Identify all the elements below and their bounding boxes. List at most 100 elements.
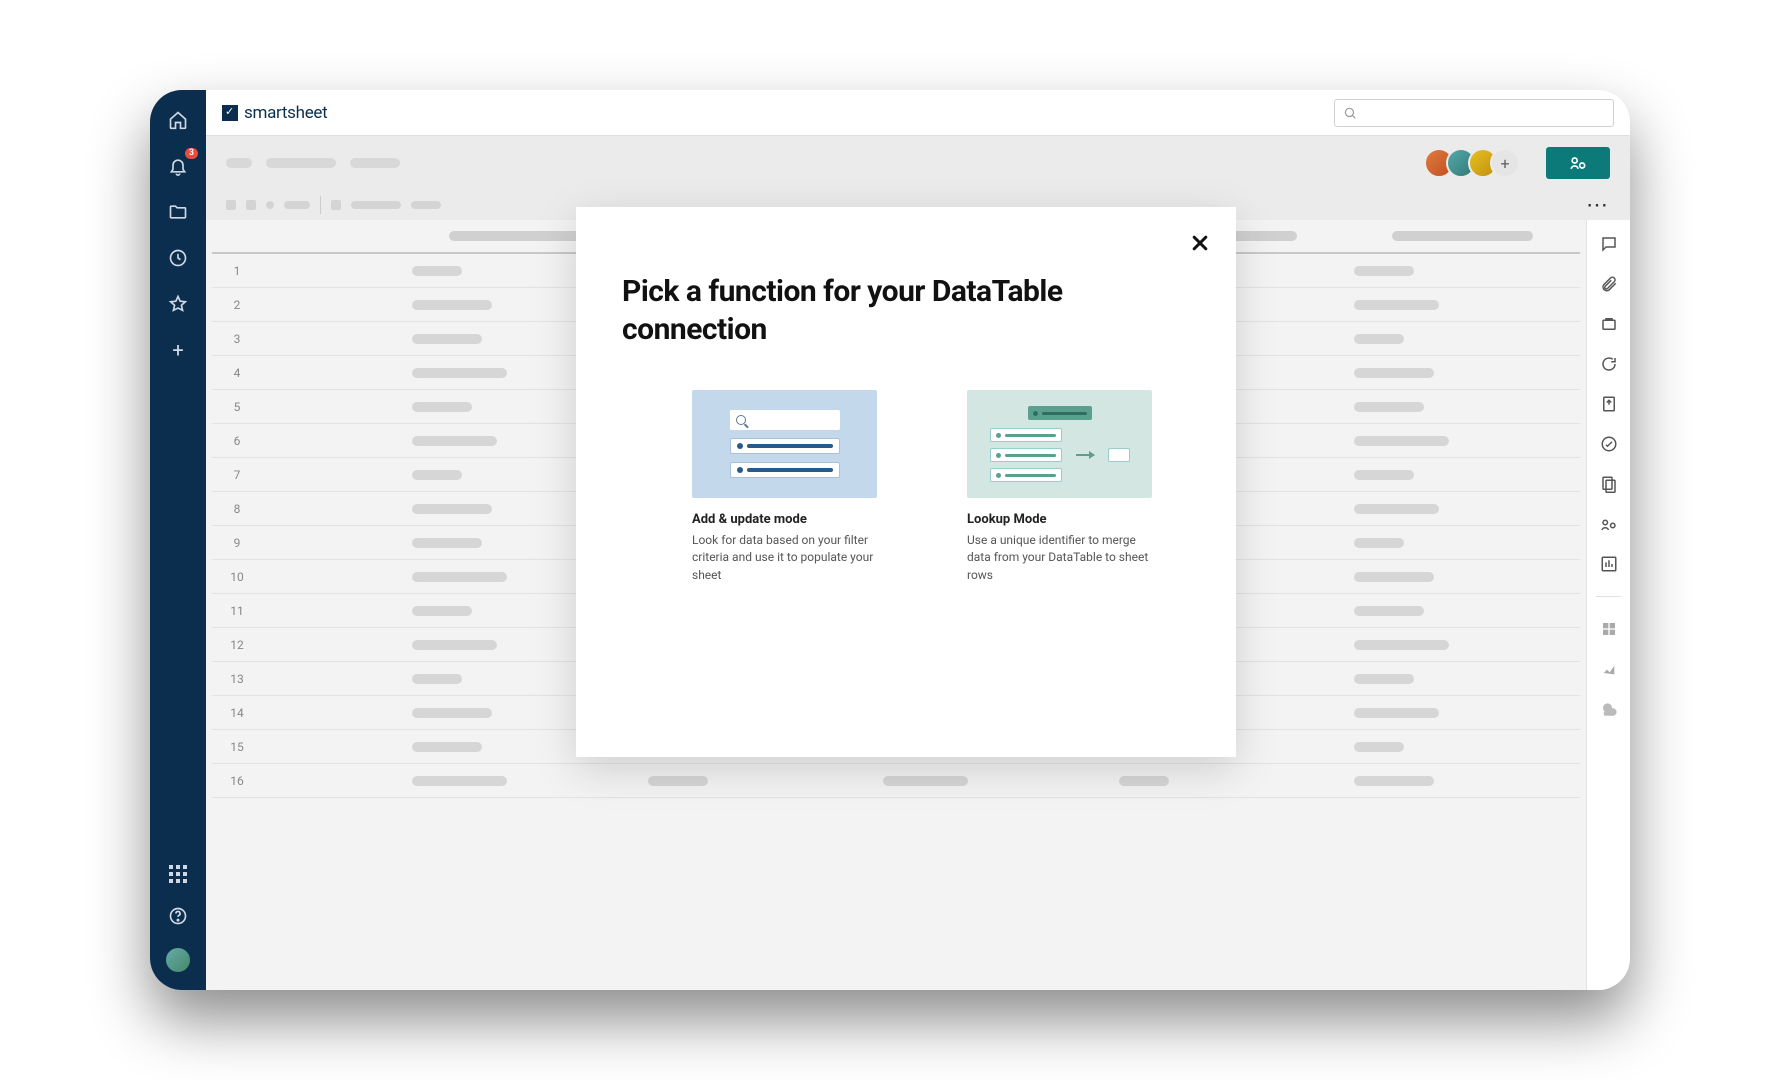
function-options: Add & update mode Look for data based on… (622, 390, 1190, 584)
attachments-icon[interactable] (1597, 272, 1621, 296)
cell-placeholder (412, 572, 507, 582)
row-number: 10 (212, 570, 262, 584)
top-bar: smartsheet (206, 90, 1630, 136)
add-collaborator-button[interactable]: + (1490, 148, 1520, 178)
cell-placeholder (412, 368, 507, 378)
option-illustration (692, 390, 877, 498)
work-insights-icon[interactable] (1597, 552, 1621, 576)
option-add-update[interactable]: Add & update mode Look for data based on… (692, 390, 877, 584)
cell-placeholder (412, 334, 482, 344)
apps-icon[interactable] (166, 862, 190, 886)
modal-title: Pick a function for your DataTable conne… (622, 273, 1190, 348)
publish-icon[interactable] (1597, 392, 1621, 416)
cell-placeholder (1354, 742, 1404, 752)
row-number: 7 (212, 468, 262, 482)
share-icon (1568, 153, 1588, 173)
activity-log-icon[interactable] (1597, 432, 1621, 456)
toolbar-item[interactable] (266, 201, 274, 209)
row-number: 5 (212, 400, 262, 414)
help-icon[interactable] (166, 904, 190, 928)
close-button[interactable] (1190, 233, 1210, 253)
update-requests-icon[interactable] (1597, 352, 1621, 376)
cell-placeholder (1354, 504, 1439, 514)
toolbar-item[interactable] (246, 200, 256, 210)
app-window: 3 + smartsheet (150, 90, 1630, 990)
user-avatar[interactable] (164, 946, 192, 974)
cell-placeholder (412, 640, 497, 650)
cell-placeholder (412, 538, 482, 548)
toolbar-item[interactable] (411, 201, 441, 209)
notification-badge: 3 (185, 148, 198, 159)
placeholder (266, 158, 336, 168)
table-row[interactable]: 16 (212, 764, 1580, 798)
row-number: 12 (212, 638, 262, 652)
placeholder (350, 158, 400, 168)
cell-placeholder (1354, 402, 1424, 412)
cell-placeholder (1354, 674, 1414, 684)
row-number: 1 (212, 264, 262, 278)
cell-placeholder (883, 776, 968, 786)
cell-placeholder (412, 504, 492, 514)
toolbar-item[interactable] (331, 200, 341, 210)
collaborators: + (1432, 148, 1520, 178)
toolbar-item[interactable] (226, 200, 236, 210)
row-number: 6 (212, 434, 262, 448)
cell-placeholder (412, 776, 507, 786)
option-title: Lookup Mode (967, 512, 1152, 527)
cell-placeholder (1354, 470, 1414, 480)
folder-icon[interactable] (166, 200, 190, 224)
left-nav-rail: 3 + (150, 90, 206, 990)
proofs-icon[interactable] (1597, 312, 1621, 336)
cell-placeholder (412, 266, 462, 276)
column-header[interactable] (449, 231, 590, 241)
more-options-icon[interactable]: ⋯ (1586, 193, 1610, 218)
row-number: 16 (212, 774, 262, 788)
summary-icon[interactable] (1597, 472, 1621, 496)
brand-logo[interactable]: smartsheet (222, 103, 327, 123)
right-panel-rail (1586, 220, 1630, 990)
cell-placeholder (412, 742, 482, 752)
share-button[interactable] (1546, 147, 1610, 179)
notifications-icon[interactable]: 3 (166, 154, 190, 178)
cell-placeholder (1354, 640, 1449, 650)
toolbar-item[interactable] (284, 201, 310, 209)
favorites-icon[interactable] (166, 292, 190, 316)
recents-icon[interactable] (166, 246, 190, 270)
row-number: 11 (212, 604, 262, 618)
connections-icon[interactable] (1597, 512, 1621, 536)
add-icon[interactable]: + (166, 338, 190, 362)
sheet-title-bar: + (206, 136, 1630, 190)
cell-placeholder (1354, 436, 1449, 446)
integration-icon-1[interactable] (1597, 617, 1621, 641)
close-icon (1190, 233, 1210, 253)
cell-placeholder (1354, 334, 1404, 344)
toolbar-item[interactable] (351, 201, 401, 209)
divider (1596, 596, 1622, 597)
divider (320, 196, 321, 214)
cell-placeholder (412, 436, 497, 446)
cell-placeholder (1354, 776, 1434, 786)
cell-placeholder (412, 708, 492, 718)
cell-placeholder (412, 470, 462, 480)
cell-placeholder (1354, 606, 1424, 616)
search-input[interactable] (1334, 99, 1614, 127)
home-icon[interactable] (166, 108, 190, 132)
main-content: smartsheet + (206, 90, 1630, 990)
cell-placeholder (1354, 572, 1434, 582)
comments-icon[interactable] (1597, 232, 1621, 256)
cell-placeholder (412, 606, 472, 616)
cell-placeholder (1354, 368, 1434, 378)
cell-placeholder (1354, 266, 1414, 276)
cell-placeholder (1119, 776, 1169, 786)
cell-placeholder (1354, 538, 1404, 548)
integration-icon-2[interactable] (1597, 657, 1621, 681)
brand-name: smartsheet (244, 103, 327, 123)
integration-icon-3[interactable] (1597, 697, 1621, 721)
option-illustration (967, 390, 1152, 498)
brand-mark-icon (222, 105, 238, 121)
placeholder (226, 158, 252, 168)
row-number: 13 (212, 672, 262, 686)
cell-placeholder (1354, 708, 1439, 718)
column-header[interactable] (1392, 231, 1533, 241)
option-lookup[interactable]: Lookup Mode Use a unique identifier to m… (967, 390, 1152, 584)
